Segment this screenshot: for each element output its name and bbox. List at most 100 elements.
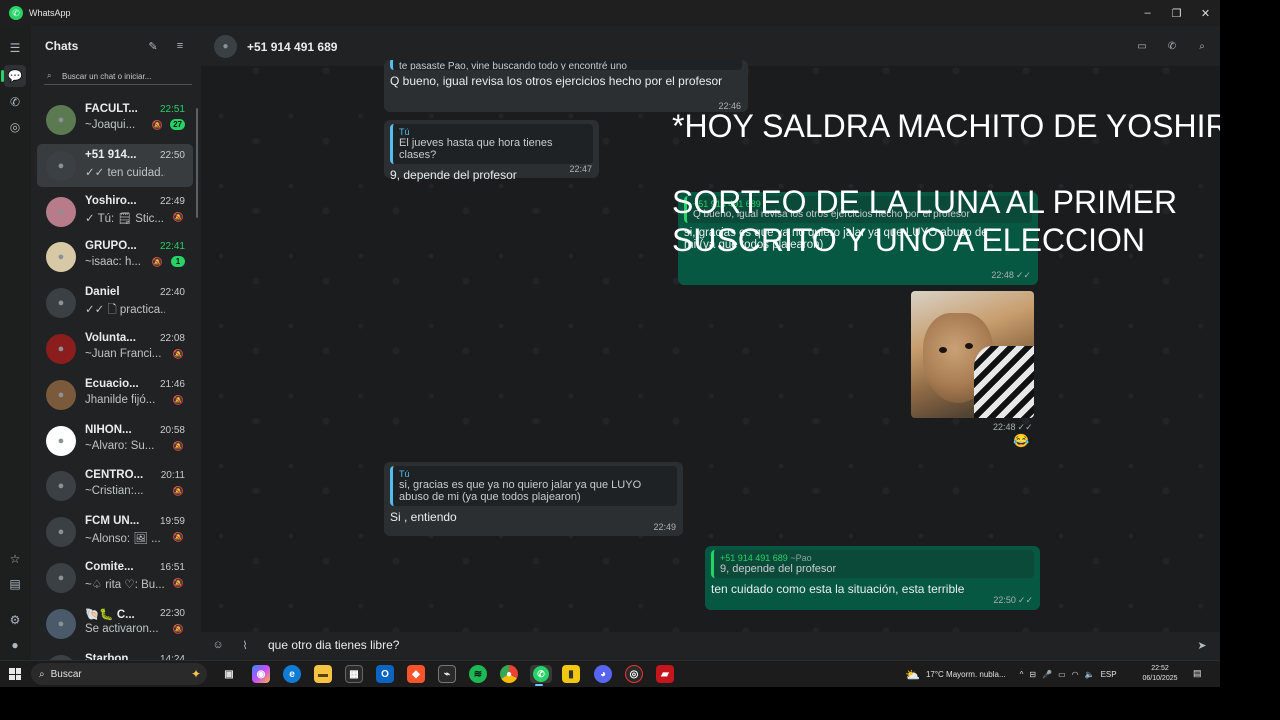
chat-list-item[interactable]: ● Volunta... 22:08 ~Juan Franci... 🔕 [37, 327, 193, 370]
weather-icon[interactable]: ⛅ [905, 668, 920, 682]
quote-author: +51 914 491 689 ~Pao [720, 553, 812, 563]
taskbar-clock[interactable]: 22:52 06/10/2025 [1140, 664, 1180, 684]
chats-icon[interactable]: 💬 [1, 65, 26, 87]
muted-icon: 🔕 [151, 257, 163, 268]
edge-icon[interactable]: e [283, 665, 301, 683]
starred-icon[interactable]: ☆ [4, 548, 26, 570]
chat-list-item[interactable]: ● GRUPO... 22:41 ~isaac: h... 1 🔕 [37, 235, 193, 278]
message-outgoing[interactable]: +51 914 491 689 ~Pao 9, depende del prof… [705, 546, 1040, 610]
message-incoming[interactable]: Tú si, gracias es que ya no quiero jalar… [384, 462, 683, 536]
tray-overflow-icon[interactable]: ^ [1020, 670, 1024, 679]
filter-icon[interactable]: ≡ [173, 39, 187, 53]
taskbar-search[interactable]: ⌕ Buscar ✦ [31, 663, 207, 685]
chat-preview: ✓ Tú: 🗒 Stic... [85, 212, 164, 225]
volume-icon[interactable]: 🔈 [1085, 670, 1095, 679]
outlook-icon[interactable]: O [376, 665, 394, 683]
mic-icon[interactable]: 🎤 [1042, 670, 1052, 679]
chat-list-item[interactable]: ● Ecuacio... 21:46 Jhanilde fijó... 🔕 [37, 373, 193, 416]
new-chat-icon[interactable]: ✎ [146, 39, 160, 53]
language-indicator[interactable]: ESP [1101, 670, 1117, 679]
quoted-message[interactable]: Tú El jueves hasta que hora tienes clase… [390, 124, 593, 164]
striped-blanket [974, 346, 1034, 418]
task-view-icon[interactable]: ▣ [220, 665, 238, 683]
send-icon[interactable]: ➤ [1195, 638, 1209, 652]
contact-name[interactable]: +51 914 491 689 [247, 40, 337, 54]
settings-icon[interactable]: ⚙ [4, 609, 26, 631]
task-manager-icon[interactable]: ⌁ [438, 665, 456, 683]
chat-search-input[interactable] [62, 71, 187, 81]
quoted-message[interactable]: te pasaste Pao, vine buscando todo y enc… [390, 60, 742, 70]
powerbi-icon[interactable]: ▮ [562, 665, 580, 683]
unread-badge: 27 [170, 119, 185, 130]
chat-preview: ~Alonso: 🖼 ... [85, 533, 161, 546]
profile-icon[interactable]: ● [4, 634, 26, 656]
search-messages-icon[interactable]: ⌕ [1194, 38, 1210, 54]
contact-avatar[interactable]: ● [214, 35, 237, 58]
emoji-icon[interactable]: ☺ [211, 638, 225, 652]
clock-date: 06/10/2025 [1142, 675, 1178, 682]
status-icon[interactable]: ◎ [4, 116, 26, 138]
chat-list-item[interactable]: ● NIHON... 20:58 ~Alvaro: Su... 🔕 [37, 419, 193, 462]
start-button[interactable] [9, 668, 21, 680]
file-explorer-icon[interactable]: ▬ [314, 665, 332, 683]
chat-list-item[interactable]: ● FCM UN... 19:59 ~Alonso: 🖼 ... 🔕 [37, 510, 193, 553]
red-app-icon[interactable]: ▰ [656, 665, 674, 683]
brave-icon[interactable]: ◆ [407, 665, 425, 683]
chrome-icon[interactable]: ● [500, 665, 518, 683]
discord-icon[interactable]: ◕ [594, 665, 612, 683]
chat-time: 22:50 [159, 149, 185, 161]
chat-list-item[interactable]: ● FACULT... 22:51 ~Joaqui... 27 🔕 [37, 98, 193, 141]
chat-time: 22:08 [159, 333, 185, 344]
message-composer: ☺ ⌇ que otro dia tienes libre? ➤ [201, 632, 1220, 660]
maximize-button[interactable]: ❐ [1162, 0, 1191, 26]
quoted-message[interactable]: Tú si, gracias es que ya no quiero jalar… [390, 466, 677, 506]
voice-call-icon[interactable]: ✆ [1164, 38, 1180, 54]
chat-list-item[interactable]: ● Yoshiro... 22:49 ✓ Tú: 🗒 Stic... 🔕 [37, 190, 193, 233]
quoted-message[interactable]: +51 914 491 689 ~Pao 9, depende del prof… [711, 550, 1034, 578]
network-icon[interactable]: ⊟ [1029, 670, 1036, 679]
video-call-icon[interactable]: ▭ [1134, 38, 1150, 54]
copilot-icon[interactable]: ◉ [252, 665, 270, 683]
chat-list-item[interactable]: ● Daniel 22:40 ✓✓ 🗋 practica... [37, 281, 193, 324]
reaction-emoji[interactable]: 😂 [1013, 433, 1029, 449]
message-incoming[interactable]: te pasaste Pao, vine buscando todo y enc… [384, 60, 748, 112]
chat-list-item[interactable]: ● 🐚🐛 C... 22:30 Se activaron... 🔕 [37, 602, 193, 645]
spotify-icon[interactable]: ≋ [469, 665, 487, 683]
whatsapp-taskbar-icon[interactable]: ✆ [530, 665, 552, 686]
message-incoming[interactable]: Tú El jueves hasta que hora tienes clase… [384, 120, 599, 182]
muted-icon: 🔕 [172, 440, 184, 451]
muted-icon: 🔕 [172, 623, 184, 634]
chat-name: NIHON... [85, 423, 132, 436]
chat-list-scrollbar[interactable] [196, 108, 198, 218]
notifications-icon[interactable]: ▤ [1193, 668, 1205, 680]
muted-icon: 🔕 [151, 120, 163, 130]
archive-icon[interactable]: ▤ [4, 573, 26, 595]
calls-icon[interactable]: ✆ [4, 91, 26, 113]
recorder-icon[interactable]: ◎ [625, 665, 643, 683]
chat-list-item[interactable]: ●Starbon...14:24 [37, 648, 193, 660]
weather-text[interactable]: 17°C Mayorm. nubla... [926, 670, 1006, 679]
attach-icon[interactable]: ⌇ [238, 638, 252, 652]
image-message[interactable] [911, 291, 1034, 418]
chat-time: 22:40 [159, 287, 185, 299]
minimize-button[interactable]: – [1133, 0, 1162, 26]
chat-list-item[interactable]: ● CENTRO... 20:11 ~Cristian:... 🔕 [37, 464, 193, 507]
chat-search[interactable]: ⌕ [44, 68, 192, 85]
close-button[interactable]: ✕ [1191, 0, 1220, 26]
read-receipt-icon: ✓✓ [1015, 270, 1031, 280]
conversation-panel: ● +51 914 491 689 ▭ ✆ ⌕ te pasaste Pao, … [201, 26, 1220, 660]
quote-text: El jueves hasta que hora tienes clases? [399, 137, 553, 161]
wifi-icon[interactable]: ◠ [1072, 670, 1079, 679]
chat-avatar: ● [46, 563, 76, 593]
chat-list-item[interactable]: ● Comite... 16:51 ~♤ rita ♡: Bu... 🔕 [37, 556, 193, 599]
store-icon[interactable]: ▦ [345, 665, 363, 683]
message-time: 22:48 ✓✓ [991, 270, 1031, 280]
menu-icon[interactable]: ☰ [4, 37, 26, 59]
muted-icon: 🔕 [172, 578, 184, 588]
battery-icon[interactable]: ▭ [1058, 670, 1066, 679]
chat-list-item[interactable]: ● +51 914... 22:50 ✓✓ ten cuidad... [37, 143, 193, 187]
chat-avatar: ● [46, 242, 76, 273]
message-input[interactable]: que otro dia tienes libre? [268, 638, 399, 652]
windows-taskbar: ⌕ Buscar ✦ ▣ ◉ e ▬ ▦ O ◆ ⌁ ≋ ● ✆ ▮ ◕ ◎ ▰… [0, 660, 1220, 687]
chat-avatar: ● [46, 288, 76, 319]
